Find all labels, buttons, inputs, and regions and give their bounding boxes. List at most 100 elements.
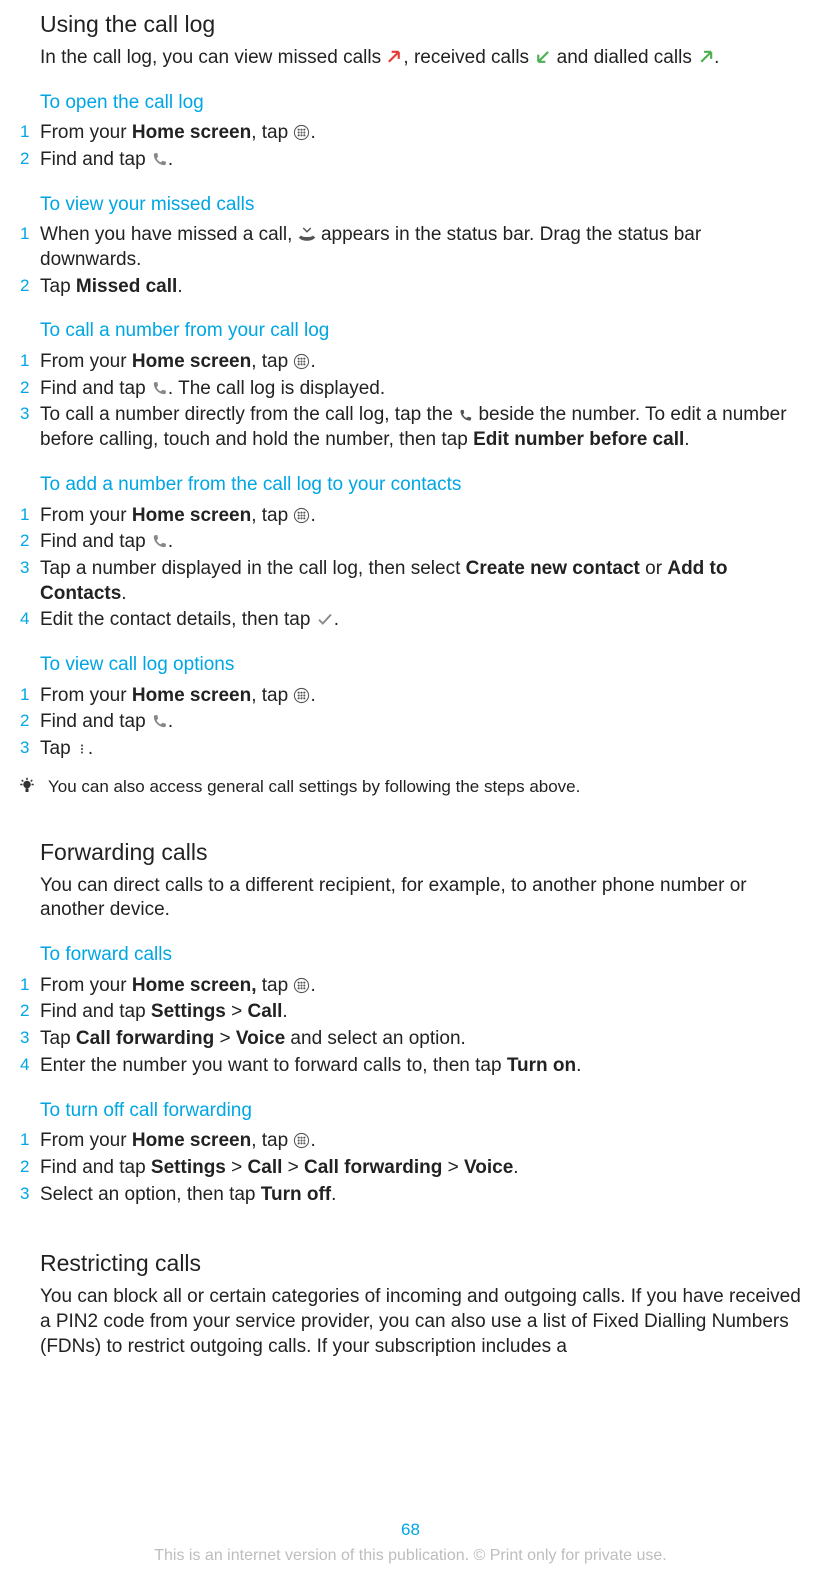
text: . — [121, 583, 126, 604]
text: From your — [40, 122, 132, 143]
text: . — [334, 609, 339, 630]
steps-fwd: 1 From your Home screen, tap . 2 Find an… — [20, 974, 801, 1079]
section-title-call-log: Using the call log — [20, 0, 801, 40]
text: > — [282, 1157, 304, 1178]
phone-icon — [458, 408, 473, 423]
text: and dialled calls — [551, 47, 697, 68]
step-number: 2 — [20, 1156, 29, 1178]
text: When you have missed a call, — [40, 224, 298, 245]
step: 4 Edit the contact details, then tap . — [40, 608, 801, 633]
step: 3 To call a number directly from the cal… — [40, 403, 801, 452]
step-number: 2 — [20, 377, 29, 399]
missed-call-arrow-icon — [386, 49, 403, 66]
step: 1 From your Home screen, tap . — [40, 504, 801, 529]
step-number: 1 — [20, 1129, 29, 1151]
text: Tap a number displayed in the call log, … — [40, 558, 466, 579]
bold: Missed call — [76, 276, 177, 297]
text: . — [714, 47, 719, 68]
text: or — [640, 558, 667, 579]
intro-call-log: In the call log, you can view missed cal… — [20, 46, 801, 71]
step: 2 Find and tap . — [40, 148, 801, 173]
text: In the call log, you can view missed cal… — [40, 47, 386, 68]
section-title-forwarding: Forwarding calls — [20, 798, 801, 868]
subheading-add-contact: To add a number from the call log to you… — [20, 473, 801, 498]
text: . — [310, 505, 315, 526]
section-title-restricting: Restricting calls — [20, 1209, 801, 1279]
missed-call-phone-icon — [298, 225, 316, 243]
text: . — [576, 1055, 581, 1076]
text: , tap — [251, 505, 293, 526]
text: , tap — [251, 122, 293, 143]
bold: Create new contact — [466, 558, 640, 579]
text: Find and tap — [40, 1157, 151, 1178]
text: . — [513, 1157, 518, 1178]
text: . — [168, 149, 173, 170]
text: . — [684, 429, 689, 450]
phone-icon — [151, 713, 168, 730]
text: Find and tap — [40, 378, 151, 399]
steps-opts: 1 From your Home screen, tap . 2 Find an… — [20, 684, 801, 762]
step-number: 1 — [20, 223, 29, 245]
step-number: 2 — [20, 710, 29, 732]
text: . — [310, 1130, 315, 1151]
bold: Settings — [151, 1001, 226, 1022]
step-number: 3 — [20, 1027, 29, 1049]
received-call-arrow-icon — [534, 49, 551, 66]
text: Tap — [40, 276, 76, 297]
phone-icon — [151, 533, 168, 550]
text: Find and tap — [40, 711, 151, 732]
bold: Home screen — [132, 122, 251, 143]
step-number: 1 — [20, 684, 29, 706]
step: 2 Tap Missed call. — [40, 275, 801, 300]
step: 3 Select an option, then tap Turn off. — [40, 1183, 801, 1208]
step: 2 Find and tap . — [40, 710, 801, 735]
text: , tap — [251, 685, 293, 706]
step: 3 Tap . — [40, 737, 801, 762]
step-number: 1 — [20, 121, 29, 143]
text: , tap — [251, 351, 293, 372]
phone-icon — [151, 380, 168, 397]
text: > — [226, 1001, 248, 1022]
step: 2 Find and tap . — [40, 530, 801, 555]
text: . — [310, 975, 315, 996]
text: , received calls — [403, 47, 534, 68]
text: From your — [40, 975, 132, 996]
text: . — [282, 1001, 287, 1022]
text: . — [310, 351, 315, 372]
text: . — [310, 685, 315, 706]
step-number: 1 — [20, 974, 29, 996]
apps-grid-icon — [293, 353, 310, 370]
text: . — [310, 122, 315, 143]
text: From your — [40, 685, 132, 706]
text: and select an option. — [285, 1028, 466, 1049]
tip-text: You can also access general call setting… — [48, 777, 580, 796]
step: 1 From your Home screen, tap . — [40, 684, 801, 709]
footer-note: This is an internet version of this publ… — [0, 1546, 821, 1567]
bold: Home screen — [132, 685, 251, 706]
step-number: 4 — [20, 1054, 29, 1076]
step-number: 2 — [20, 1000, 29, 1022]
text: From your — [40, 1130, 132, 1151]
text: . — [168, 711, 173, 732]
text: Find and tap — [40, 1001, 151, 1022]
step: 1 From your Home screen, tap . — [40, 1129, 801, 1154]
text: . The call log is displayed. — [168, 378, 385, 399]
bold: Turn on — [507, 1055, 576, 1076]
step: 1 From your Home screen, tap . — [40, 121, 801, 146]
step-number: 3 — [20, 403, 29, 425]
step: 3 Tap a number displayed in the call log… — [40, 557, 801, 606]
steps-missed: 1 When you have missed a call, appears i… — [20, 223, 801, 299]
step: 3 Tap Call forwarding > Voice and select… — [40, 1027, 801, 1052]
subheading-view-missed: To view your missed calls — [20, 193, 801, 218]
steps-fwdoff: 1 From your Home screen, tap . 2 Find an… — [20, 1129, 801, 1207]
step: 2 Find and tap Settings > Call > Call fo… — [40, 1156, 801, 1181]
steps-add: 1 From your Home screen, tap . 2 Find an… — [20, 504, 801, 633]
step: 2 Find and tap . The call log is display… — [40, 377, 801, 402]
text: tap — [256, 975, 293, 996]
bold: Home screen — [132, 351, 251, 372]
steps-callnum: 1 From your Home screen, tap . 2 Find an… — [20, 350, 801, 453]
text: . — [88, 738, 93, 759]
text: > — [442, 1157, 464, 1178]
bold: Voice — [464, 1157, 513, 1178]
apps-grid-icon — [293, 977, 310, 994]
